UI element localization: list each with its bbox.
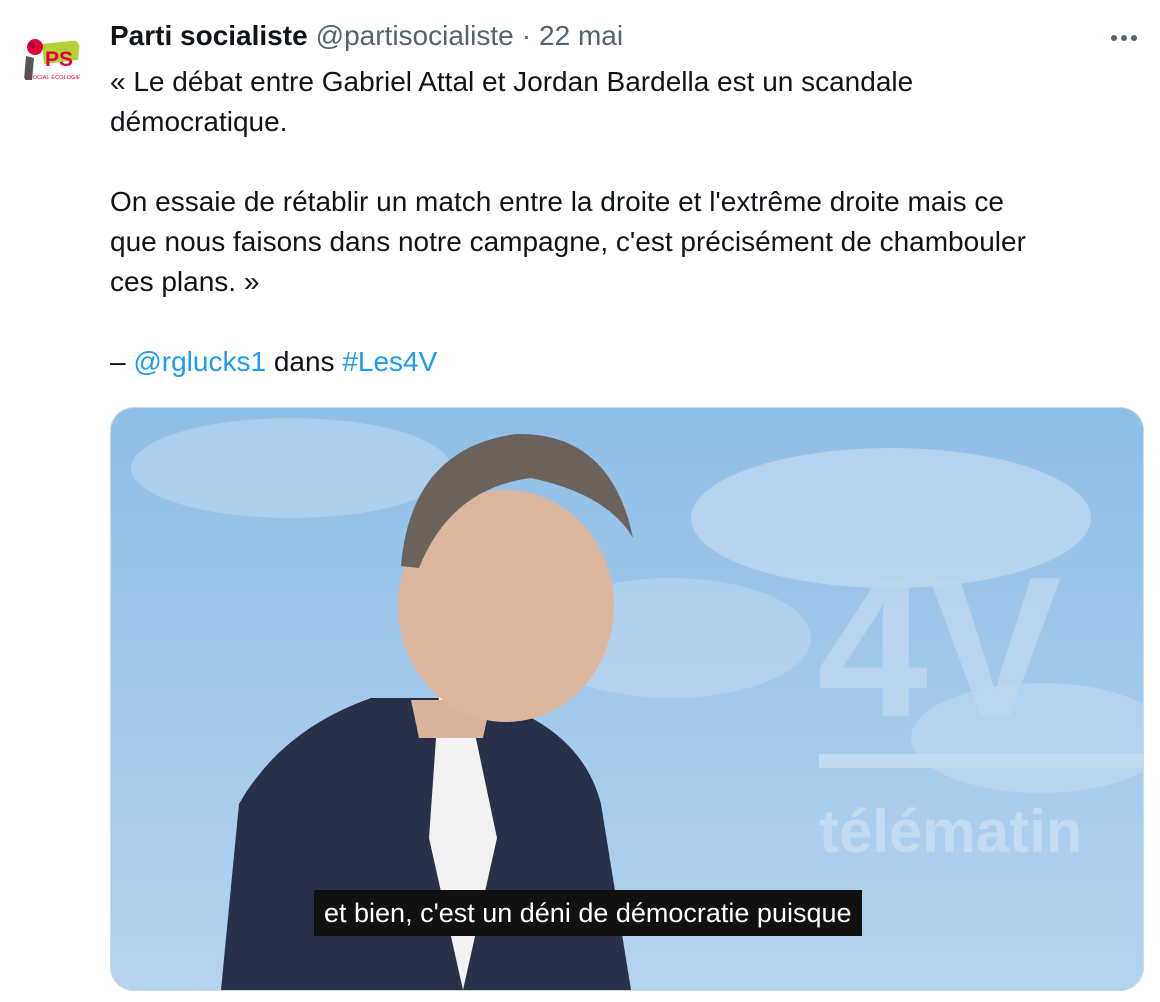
more-horizontal-icon: [1111, 35, 1137, 41]
mention-link[interactable]: @rglucks1: [133, 346, 266, 377]
post-text-line: On essaie de rétablir un match entre la …: [110, 186, 1004, 217]
credit-prefix: –: [110, 346, 134, 377]
author-handle[interactable]: @partisocialiste: [316, 20, 514, 52]
post-text-line: que nous faisons dans notre campagne, c'…: [110, 226, 1026, 257]
credit-line: – @rglucks1 dans #Les4V: [110, 342, 1140, 382]
studio-logo-4v: 4V: [817, 536, 1062, 759]
post-date[interactable]: 22 mai: [539, 20, 623, 52]
post-text-line: ces plans. »: [110, 266, 260, 297]
video-media[interactable]: 4V télématin et bien, c'est un déni de d…: [110, 407, 1144, 991]
logo-subtext: SOCIAL·ÉCOLOGIE: [29, 74, 81, 81]
video-caption: et bien, c'est un déni de démocratie pui…: [314, 890, 862, 936]
credit-middle: dans: [266, 346, 343, 377]
studio-logo-telematin: télématin: [819, 798, 1082, 865]
hashtag-link[interactable]: #Les4V: [342, 346, 437, 377]
studio-logo-bar: [819, 754, 1143, 768]
more-options-button[interactable]: [1104, 26, 1144, 50]
post-text-line: « Le débat entre Gabriel Attal et Jordan…: [110, 66, 914, 97]
post-text-line: démocratique.: [110, 106, 288, 137]
post-header: Parti socialiste @partisocialiste · 22 m…: [110, 20, 623, 56]
logo-text: PS: [45, 48, 73, 71]
separator-dot: ·: [521, 20, 532, 51]
author-name[interactable]: Parti socialiste: [110, 20, 308, 52]
avatar[interactable]: PS SOCIAL·ÉCOLOGIE: [20, 30, 84, 94]
ps-logo: PS SOCIAL·ÉCOLOGIE: [24, 39, 81, 81]
rose-icon: [27, 39, 43, 55]
post-text: « Le débat entre Gabriel Attal et Jordan…: [110, 62, 1140, 382]
